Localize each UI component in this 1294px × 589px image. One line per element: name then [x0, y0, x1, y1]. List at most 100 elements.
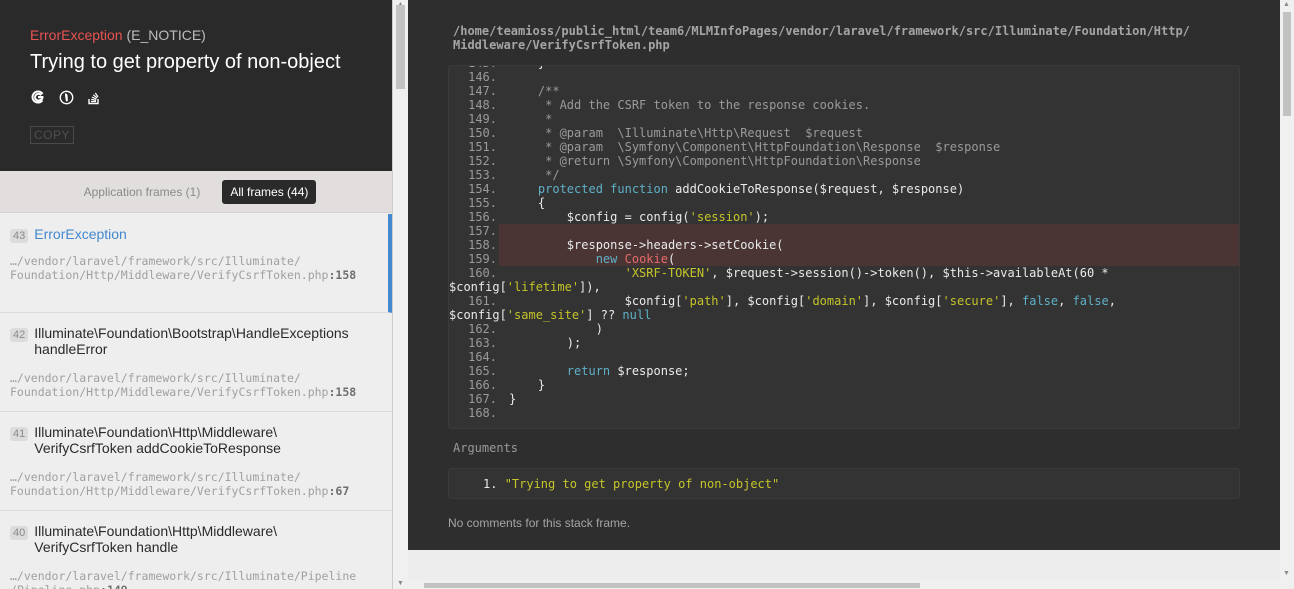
line-number: 167. [468, 392, 497, 406]
frame-file-path: /home/teamioss/public_html/team6/MLMInfo… [453, 24, 1190, 52]
code-snippet: 145. }146.147. /**148. * Add the CSRF to… [448, 65, 1240, 429]
line-number: 146. [468, 70, 497, 84]
line-code: new Cookie( [499, 252, 1239, 266]
line-code: /** [537, 84, 560, 98]
code-line: 164. [449, 350, 1239, 364]
page-scrollbar-thumb[interactable] [1283, 12, 1291, 116]
line-number: 149. [468, 112, 497, 126]
frame-line-number: :149 [100, 583, 128, 589]
frames-scrollbar[interactable]: ▲ ▼ [393, 0, 408, 589]
exception-message: Trying to get property of non-object [30, 51, 341, 73]
frame-index: 43 [10, 229, 29, 243]
stackoverflow-icon[interactable] [86, 89, 102, 105]
frame-header: 42 Illuminate\Foundation\Bootstrap\Handle… [10, 325, 382, 357]
code-line: 147. /** [449, 84, 1239, 98]
frame-file: …/vendor/laravel/framework/src/Illuminat… [10, 371, 357, 399]
line-code: return $response; [566, 364, 690, 378]
code-line: 146. [449, 70, 1239, 84]
page-scroll-up-arrow[interactable]: ▲ [1283, 1, 1290, 8]
frame-filter-tabs: Application frames (1) All frames (44) [0, 171, 392, 213]
frame-line-number: :67 [328, 484, 350, 498]
code-line: 156. $config = config('session'); [449, 210, 1239, 224]
line-number: 150. [468, 126, 497, 140]
frame-index: 42 [10, 328, 29, 342]
frame-file: …/vendor/laravel/framework/src/Illuminat… [10, 254, 357, 282]
code-line: 148. * Add the CSRF token to the respons… [449, 98, 1239, 112]
frame-header: 40 Illuminate\Foundation\Http\Middleware\… [10, 523, 382, 555]
frame-class: Illuminate\Foundation\Http\Middleware\ Ve… [34, 523, 278, 555]
code-line: 168. [449, 406, 1239, 420]
frame-file: …/vendor/laravel/framework/src/Illuminat… [10, 470, 350, 498]
exception-severity: (E_NOTICE) [126, 27, 206, 43]
line-code: * @param \Symfony\Component\HttpFoundati… [509, 140, 1001, 154]
scroll-down-arrow[interactable]: ▼ [397, 580, 404, 587]
line-number: 168. [468, 406, 497, 420]
line-code: protected function addCookieToResponse($… [537, 182, 965, 196]
frames-panel: ErrorException (E_NOTICE) Trying to get … [0, 0, 393, 589]
line-code: { [509, 196, 546, 210]
line-code: $config = config('session'); [509, 210, 770, 224]
arguments-title: Arguments [453, 441, 519, 455]
code-line: 154. protected function addCookieToRespo… [449, 182, 1239, 196]
code-line-highlighted: 159. new Cookie( [449, 252, 1239, 266]
line-number: 162. [468, 322, 497, 336]
code-line: 155. { [449, 196, 1239, 210]
argument-index: 1. [483, 477, 498, 491]
line-number: 164. [468, 350, 497, 364]
frame-header: 41 Illuminate\Foundation\Http\Middleware\… [10, 424, 382, 456]
line-number: 158. [468, 238, 497, 252]
frame-item[interactable]: 40 Illuminate\Foundation\Http\Middleware\… [0, 511, 392, 589]
code-line: 150. * @param \Illuminate\Http\Request $… [449, 126, 1239, 140]
exception-class: ErrorException [30, 27, 123, 43]
line-number: 159. [468, 252, 497, 266]
line-number: 151. [468, 140, 497, 154]
frame-details-panel: /home/teamioss/public_html/team6/MLMInfo… [408, 0, 1280, 550]
argument-value: "Trying to get property of non-object" [504, 477, 780, 491]
line-code: 'XSRF-TOKEN', $request->session()->token… [449, 266, 1109, 294]
line-code: * @param \Illuminate\Http\Request $reque… [509, 126, 864, 140]
page-scrollbar[interactable]: ▲ ▼ [1280, 0, 1294, 589]
page-scroll-down-arrow[interactable]: ▼ [1283, 570, 1290, 577]
code-lines: 145. }146.147. /**148. * Add the CSRF to… [449, 66, 1239, 420]
frame-item[interactable]: 42 Illuminate\Foundation\Bootstrap\Handle… [0, 313, 392, 412]
tab-all-frames[interactable]: All frames (44) [222, 179, 317, 204]
frame-item[interactable]: 41 Illuminate\Foundation\Http\Middleware\… [0, 412, 392, 511]
frame-class: ErrorException [34, 226, 127, 242]
frame-header: 43 ErrorException [10, 226, 378, 243]
code-line: 149. * [449, 112, 1239, 126]
code-line: 161. $config['path'], $config['domain'],… [449, 294, 1239, 322]
arguments-box: 1. "Trying to get property of non-object… [448, 468, 1240, 499]
tab-application-frames[interactable]: Application frames (1) [76, 180, 209, 204]
code-line: 152. * @return \Symfony\Component\HttpFo… [449, 154, 1239, 168]
google-icon[interactable] [30, 89, 46, 105]
line-number: 163. [468, 336, 497, 350]
frame-file: …/vendor/laravel/framework/src/Illuminat… [10, 569, 380, 589]
code-line: 151. * @param \Symfony\Component\HttpFou… [449, 140, 1239, 154]
line-number: 148. [468, 98, 497, 112]
horizontal-scrollbar-thumb[interactable] [424, 583, 920, 588]
code-line: 160. 'XSRF-TOKEN', $request->session()->… [449, 266, 1239, 294]
frame-comments: No comments for this stack frame. [448, 516, 631, 530]
horizontal-scrollbar[interactable] [408, 580, 1280, 589]
line-number: 156. [468, 210, 497, 224]
line-number: 155. [468, 196, 497, 210]
duckduckgo-icon[interactable] [58, 89, 74, 105]
argument-item: 1. "Trying to get property of non-object… [483, 477, 779, 491]
frame-list: 43 ErrorException …/vendor/laravel/framewo… [0, 214, 392, 589]
frames-scrollbar-thumb[interactable] [396, 5, 405, 89]
line-code: } [509, 378, 546, 392]
search-links [30, 88, 362, 106]
code-line: 162. ) [449, 322, 1239, 336]
exception-type-line: ErrorException (E_NOTICE) [30, 26, 362, 44]
line-code: $response->headers->setCookie( [499, 238, 1239, 252]
line-code: * Add the CSRF token to the response coo… [509, 98, 871, 112]
frame-item[interactable]: 43 ErrorException …/vendor/laravel/framewo… [0, 214, 392, 313]
code-line: 167.} [449, 392, 1239, 406]
copy-button[interactable]: COPY [30, 126, 75, 144]
exception-header: ErrorException (E_NOTICE) Trying to get … [0, 0, 392, 171]
line-code: $config['path'], $config['domain'], $con… [449, 294, 1116, 322]
frame-class: Illuminate\Foundation\Http\Middleware\ Ve… [34, 424, 281, 456]
frame-class: Illuminate\Foundation\Bootstrap\HandleEx… [34, 325, 349, 357]
